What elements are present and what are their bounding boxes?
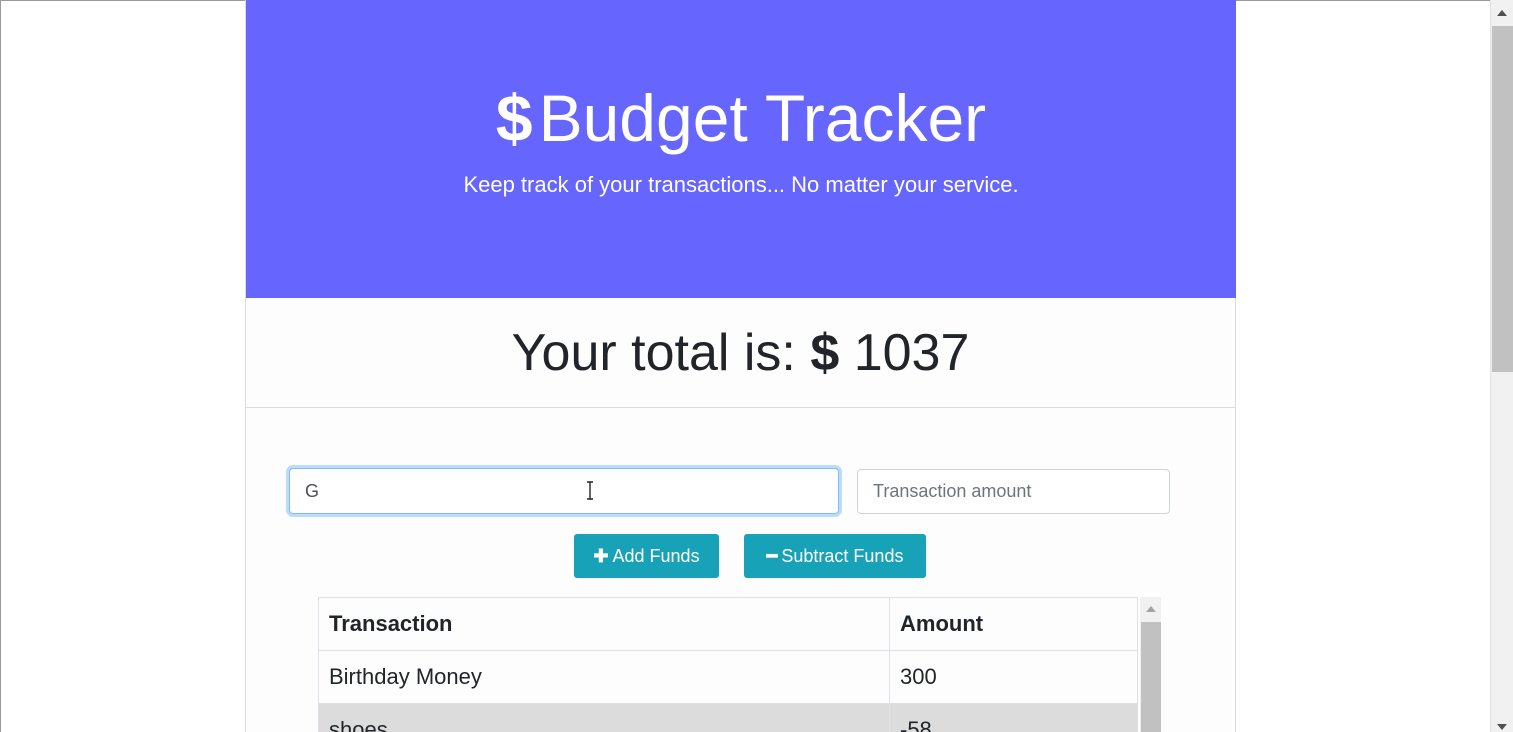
dollar-sign-icon: $ xyxy=(495,81,533,155)
table-header-row: Transaction Amount xyxy=(318,597,1138,651)
table-row: Birthday Money 300 xyxy=(318,650,1138,704)
table-scrollbar[interactable] xyxy=(1140,597,1161,732)
scroll-up-arrow-icon[interactable] xyxy=(1146,606,1156,612)
browser-viewport: $Budget Tracker Keep track of your trans… xyxy=(0,0,1513,732)
transaction-amount-cell: -58 xyxy=(889,703,1138,732)
add-funds-label: Add Funds xyxy=(612,546,700,566)
scroll-down-arrow-icon[interactable] xyxy=(1497,724,1507,730)
dollar-sign-icon: $ xyxy=(810,324,840,382)
transactions-table: Transaction Amount Birthday Money 300 sh… xyxy=(318,597,1138,732)
total-label: Your total is: xyxy=(511,324,796,382)
transaction-name-cell: Birthday Money xyxy=(318,650,890,704)
page-scrollbar[interactable] xyxy=(1490,0,1513,732)
table-scrollbar-thumb[interactable] xyxy=(1141,622,1161,732)
transaction-amount-input[interactable] xyxy=(857,469,1170,514)
text-cursor-icon xyxy=(587,481,593,500)
app-subtitle: Keep track of your transactions... No ma… xyxy=(463,172,1019,197)
subtract-funds-button[interactable]: ━ Subtract Funds xyxy=(744,534,926,578)
total-section: Your total is: $ 1037 xyxy=(246,299,1235,408)
transaction-amount-cell: 300 xyxy=(889,650,1138,704)
main-container: $Budget Tracker Keep track of your trans… xyxy=(245,0,1236,732)
header-banner: $Budget Tracker Keep track of your trans… xyxy=(246,0,1236,298)
column-header-amount: Amount xyxy=(889,597,1138,651)
minus-icon: ━ xyxy=(766,546,778,566)
scroll-up-arrow-icon[interactable] xyxy=(1497,10,1507,16)
app-title: $Budget Tracker xyxy=(246,78,1236,158)
table-row: shoes -58 xyxy=(318,703,1138,732)
add-funds-button[interactable]: ✚ Add Funds xyxy=(574,534,719,578)
page-scrollbar-thumb[interactable] xyxy=(1492,26,1513,372)
page-border-left xyxy=(0,0,1,732)
plus-icon: ✚ xyxy=(593,546,609,566)
transaction-name-cell: shoes xyxy=(318,703,890,732)
app-title-text: Budget Tracker xyxy=(538,81,987,155)
column-header-transaction: Transaction xyxy=(318,597,890,651)
transactions-table-container: Transaction Amount Birthday Money 300 sh… xyxy=(318,597,1161,732)
subtract-funds-label: Subtract Funds xyxy=(781,546,904,566)
total-heading: Your total is: $ 1037 xyxy=(246,323,1235,383)
total-value: 1037 xyxy=(853,324,970,382)
transaction-name-input[interactable] xyxy=(289,468,839,514)
